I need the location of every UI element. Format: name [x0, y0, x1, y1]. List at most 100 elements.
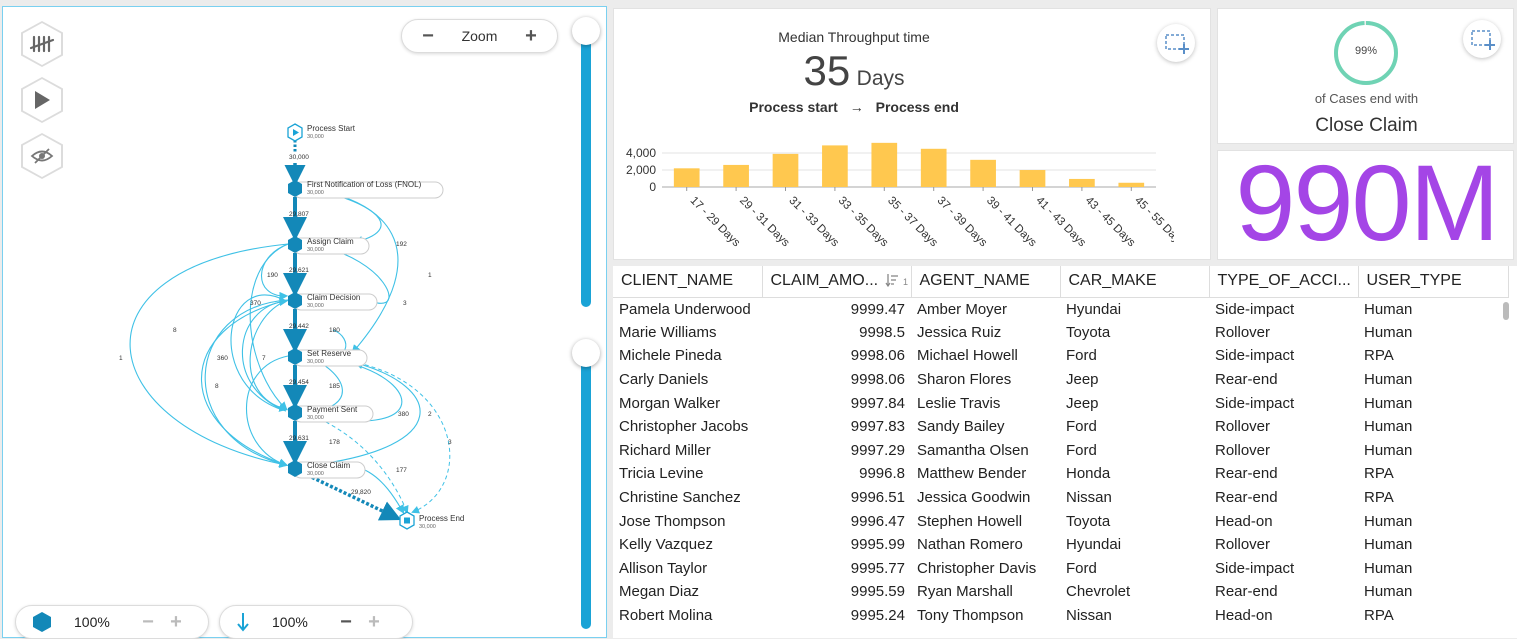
node-process-end[interactable]: Process End 30,000	[399, 511, 464, 530]
cell-car-make: Ford	[1066, 418, 1097, 436]
cell-client-name: Tricia Levine	[619, 465, 704, 483]
table-row[interactable]: Christine Sanchez 9996.51 Jessica Goodwin N…	[613, 486, 1508, 510]
node-count: 30,000	[307, 359, 324, 365]
node-claim-decision[interactable]: Claim Decision 30,000	[288, 292, 378, 311]
edge-fnol-reserve	[302, 187, 399, 354]
cell-client-name: Jose Thompson	[619, 512, 726, 530]
cell-type-of-accident: Rollover	[1215, 441, 1271, 459]
path-detail-plus-button[interactable]: +	[360, 611, 388, 634]
x-tick-label: 29 - 31 Days	[737, 195, 792, 250]
column-header-car-make[interactable]: CAR_MAKE	[1060, 266, 1210, 298]
cell-agent-name: Sharon Flores	[917, 371, 1012, 389]
node-fnol[interactable]: First Notification of Loss (FNOL) 30,000	[288, 180, 444, 199]
cell-car-make: Toyota	[1066, 512, 1111, 530]
histogram-bar[interactable]	[871, 142, 898, 187]
column-header-user-type[interactable]: USER_TYPE	[1358, 266, 1509, 298]
column-header-claim-amount[interactable]: CLAIM_AMO... 1	[762, 266, 912, 298]
x-tick-label: 43 - 45 Days	[1083, 195, 1138, 250]
add-widget-button-2[interactable]	[1463, 20, 1501, 58]
path-detail-minus-button[interactable]: −	[332, 611, 360, 634]
table-row[interactable]: Richard Miller 9997.29 Samantha Olsen Ford R…	[613, 439, 1508, 463]
paths-slider-track[interactable]	[581, 351, 591, 629]
x-tick-label: 35 - 37 Days	[885, 195, 940, 250]
cell-user-type: Human	[1364, 512, 1413, 530]
x-tick-label: 41 - 43 Days	[1033, 195, 1088, 250]
cell-car-make: Jeep	[1066, 394, 1099, 412]
edge-label-reserve-payment: 29,454	[289, 379, 309, 386]
cell-type-of-accident: Rollover	[1215, 418, 1271, 436]
column-header-client-name[interactable]: CLIENT_NAME	[613, 266, 763, 298]
column-header-agent-name[interactable]: AGENT_NAME	[911, 266, 1061, 298]
histogram-bar[interactable]	[772, 153, 799, 187]
process-map-panel: − Zoom + 30,000 29,807 29,621 29,442 29,…	[2, 6, 607, 639]
table-row[interactable]: Christopher Jacobs 9997.83 Sandy Bailey For…	[613, 415, 1508, 439]
node-set-reserve[interactable]: Set Reserve 30,000	[288, 348, 368, 367]
histogram-bar[interactable]	[673, 168, 700, 187]
column-header-type-of-accident[interactable]: TYPE_OF_ACCI...	[1209, 266, 1359, 298]
histogram-bar[interactable]	[920, 148, 947, 187]
edge-label-8b: 8	[215, 383, 219, 390]
throughput-unit: Days	[856, 67, 905, 90]
node-assign-claim[interactable]: Assign Claim 30,000	[288, 236, 370, 255]
x-tick-label: 31 - 33 Days	[786, 195, 841, 250]
node-process-start[interactable]: Process Start 30,000	[287, 123, 356, 142]
node-label: Close Claim	[307, 461, 350, 470]
edge-label-190: 190	[267, 272, 278, 279]
x-tick-label: 37 - 39 Days	[935, 195, 990, 250]
sort-index: 1	[902, 277, 908, 288]
table-body: Pamela Underwood 9999.47 Amber Moyer Hyunda…	[613, 297, 1508, 627]
table-row[interactable]: Pamela Underwood 9999.47 Amber Moyer Hyunda…	[613, 297, 1508, 321]
cell-claim-amount: 9995.59	[850, 583, 905, 601]
table-row[interactable]: Tricia Levine 9996.8 Matthew Bender Honda Re…	[613, 462, 1508, 486]
cell-claim-amount: 9995.24	[850, 607, 905, 625]
table-row[interactable]: Megan Diaz 9995.59 Ryan Marshall Chevrolet R…	[613, 580, 1508, 604]
table-row[interactable]: Marie Williams 9998.5 Jessica Ruiz Toyota Ro…	[613, 321, 1508, 345]
claims-table: CLIENT_NAME CLAIM_AMO... 1 AGENT_NAME CA…	[613, 266, 1509, 627]
cell-client-name: Richard Miller	[619, 441, 711, 459]
edge-label-2: 2	[428, 411, 432, 418]
activity-detail-plus-button[interactable]: +	[162, 611, 190, 634]
table-row[interactable]: Jose Thompson 9996.47 Stephen Howell Toyota…	[613, 509, 1508, 533]
cell-client-name: Christopher Jacobs	[619, 418, 749, 436]
histogram-bar[interactable]	[970, 159, 996, 187]
node-close-claim[interactable]: Close Claim 30,000	[288, 460, 366, 479]
table-row[interactable]: Michele Pineda 9998.06 Michael Howell Ford S…	[613, 344, 1508, 368]
activities-slider-track[interactable]	[581, 29, 591, 307]
table-header-row: CLIENT_NAME CLAIM_AMO... 1 AGENT_NAME CA…	[613, 266, 1509, 298]
cell-type-of-accident: Head-on	[1215, 607, 1273, 625]
table-scrollbar-thumb[interactable]	[1503, 302, 1509, 320]
activity-detail-minus-button[interactable]: −	[134, 611, 162, 634]
cell-car-make: Toyota	[1066, 323, 1111, 341]
edge-label-1b: 1	[119, 355, 123, 362]
histogram-bar[interactable]	[1019, 170, 1046, 187]
add-widget-button[interactable]	[1157, 24, 1195, 62]
close-claim-caption: of Cases end with	[1314, 91, 1419, 106]
node-count: 30,000	[307, 415, 324, 421]
table-row[interactable]: Kelly Vazquez 9995.99 Nathan Romero Hyundai…	[613, 533, 1508, 557]
edge-label-177: 177	[396, 467, 407, 474]
throughput-histogram: 4,000 2,000 0 17 - 29 Days29 - 31 Days31 - …	[626, 142, 1174, 250]
cell-agent-name: Nathan Romero	[917, 536, 1023, 554]
histogram-bar[interactable]	[1118, 182, 1145, 187]
table-row[interactable]: Robert Molina 9995.24 Tony Thompson Nissan H…	[613, 604, 1508, 628]
histogram-bar[interactable]	[1069, 178, 1095, 187]
big-number-card: 990M	[1217, 150, 1514, 260]
edge-label-1a: 1	[428, 272, 432, 279]
table-row[interactable]: Carly Daniels 9998.06 Sharon Flores Jeep Rea…	[613, 368, 1508, 392]
cell-agent-name: Ryan Marshall	[917, 583, 1013, 601]
activities-slider-handle[interactable]	[572, 17, 600, 45]
arrow-down-icon	[237, 613, 249, 632]
cell-client-name: Morgan Walker	[619, 394, 721, 412]
cell-type-of-accident: Rear-end	[1215, 465, 1278, 483]
close-claim-card: 99% of Cases end with Close Claim	[1217, 8, 1514, 144]
cell-claim-amount: 9997.84	[850, 394, 905, 412]
x-tick-label: 39 - 41 Days	[984, 195, 1039, 250]
histogram-bar[interactable]	[822, 145, 848, 187]
table-row[interactable]: Allison Taylor 9995.77 Christopher Davis Fo…	[613, 557, 1508, 581]
cell-car-make: Hyundai	[1066, 300, 1122, 318]
table-row[interactable]: Morgan Walker 9997.84 Leslie Travis Jeep Sid…	[613, 391, 1508, 415]
cell-car-make: Jeep	[1066, 371, 1099, 389]
node-payment-sent[interactable]: Payment Sent 30,000	[288, 404, 374, 423]
paths-slider-handle[interactable]	[572, 339, 600, 367]
histogram-bar[interactable]	[723, 164, 749, 187]
